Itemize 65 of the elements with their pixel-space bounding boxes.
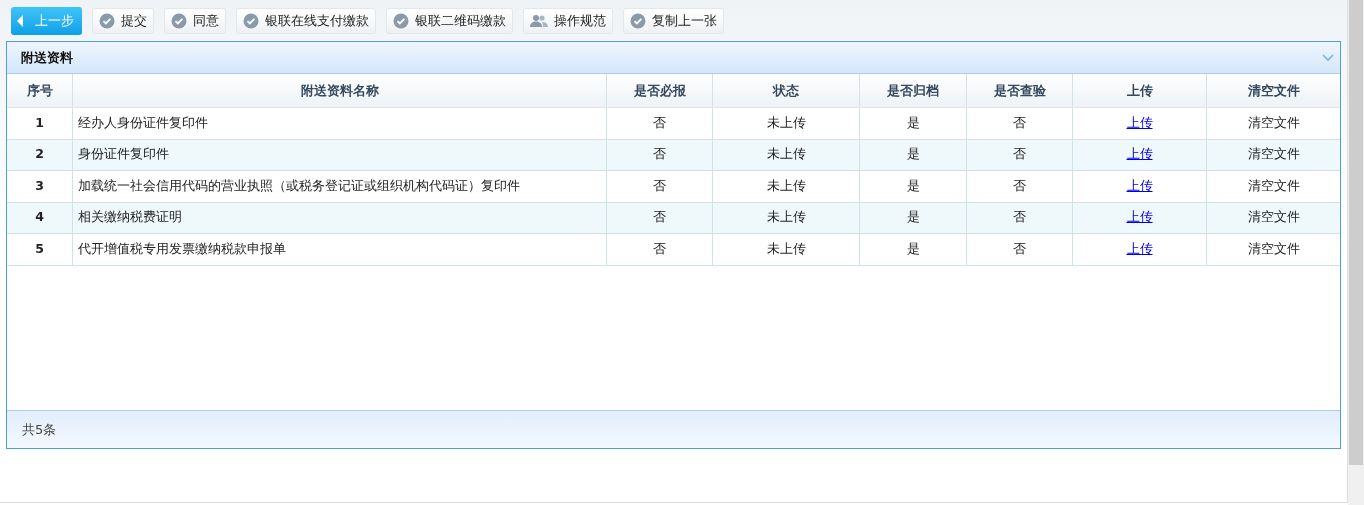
- column-header: 序号: [7, 74, 73, 107]
- table-cell-text: 是: [906, 145, 920, 164]
- column-header: 上传: [1073, 74, 1207, 107]
- column-header: 附送资料名称: [73, 74, 607, 107]
- panel-title: 附送资料: [21, 48, 73, 67]
- table-cell-text: 是: [906, 176, 920, 195]
- record-count: 共5条: [22, 420, 57, 439]
- table-cell-text: 否: [1013, 239, 1026, 258]
- table-cell-text: 否: [1013, 208, 1026, 227]
- table-cell-text: 3: [35, 176, 44, 195]
- column-header: 清空文件: [1246, 81, 1301, 100]
- clear-files-link[interactable]: 清空文件: [1247, 113, 1300, 133]
- toolbar-button[interactable]: 操作规范: [523, 7, 613, 34]
- chevron-icon[interactable]: [1322, 53, 1334, 62]
- table-cell-text: 是: [906, 113, 920, 132]
- check-icon: [393, 12, 409, 29]
- clear-files-link[interactable]: 清空文件: [1247, 239, 1300, 259]
- table-cell-text: 否: [653, 113, 666, 132]
- table-cell-text: 加载统一社会信用代码的营业执照（或税务登记证或组织机构代码证）复印件: [78, 176, 520, 195]
- upload-link[interactable]: 上传: [1126, 113, 1153, 133]
- table-cell-text: 1: [35, 113, 44, 132]
- table-cell-text: 未上传: [766, 239, 806, 258]
- check-icon: [171, 12, 187, 29]
- column-header: 是否归档: [860, 74, 967, 107]
- clear-files-link[interactable]: 清空文件: [1247, 208, 1300, 228]
- column-header: 状态: [713, 74, 860, 107]
- table-cell-text: 否: [1013, 145, 1026, 164]
- table-cell-text: 是: [906, 239, 920, 258]
- table-cell-text: 否: [653, 239, 666, 258]
- people-icon: [530, 13, 548, 28]
- toolbar-button[interactable]: 复制上一张: [623, 7, 724, 34]
- table-cell-text: 否: [653, 208, 666, 227]
- table-cell-text: 经办人身份证件复印件: [78, 113, 208, 132]
- upload-link[interactable]: 上传: [1126, 239, 1153, 259]
- clear-files-link[interactable]: 清空文件: [1247, 176, 1300, 196]
- check-icon: [630, 12, 646, 29]
- table-cell-text: 否: [1013, 113, 1026, 132]
- table-cell-text: 4: [35, 208, 44, 227]
- scrollbar[interactable]: [1348, 0, 1364, 505]
- table-cell-text: 否: [653, 145, 666, 164]
- check-icon: [243, 12, 259, 29]
- toolbar-button[interactable]: 银联二维码缴款: [386, 7, 513, 34]
- table-cell-text: 否: [1013, 176, 1026, 195]
- toolbar-button[interactable]: 银联在线支付缴款: [236, 7, 376, 34]
- table-cell-text: 5: [35, 239, 44, 258]
- table-cell-text: 未上传: [766, 176, 806, 195]
- table-cell-text: 代开增值税专用发票缴纳税款申报单: [78, 239, 286, 258]
- table-cell-text: 否: [653, 176, 666, 195]
- clear-files-link[interactable]: 清空文件: [1247, 145, 1300, 165]
- table-cell-text: 未上传: [766, 145, 806, 164]
- back-icon: [17, 14, 23, 27]
- upload-link[interactable]: 上传: [1126, 176, 1153, 196]
- column-header: 是否必报: [607, 74, 713, 107]
- table-cell-text: 身份证件复印件: [78, 145, 169, 164]
- table-cell-text: 相关缴纳税费证明: [78, 208, 182, 227]
- column-header: 是否查验: [967, 74, 1073, 107]
- upload-link[interactable]: 上传: [1126, 208, 1153, 228]
- toolbar-button[interactable]: 同意: [164, 7, 226, 34]
- upload-link[interactable]: 上传: [1126, 145, 1153, 165]
- table-cell-text: 是: [906, 208, 920, 227]
- table-cell-text: 2: [35, 145, 44, 164]
- toolbar-button[interactable]: 提交: [92, 7, 154, 34]
- table-cell-text: 未上传: [766, 113, 806, 132]
- table-cell-text: 未上传: [766, 208, 806, 227]
- check-icon: [99, 12, 115, 29]
